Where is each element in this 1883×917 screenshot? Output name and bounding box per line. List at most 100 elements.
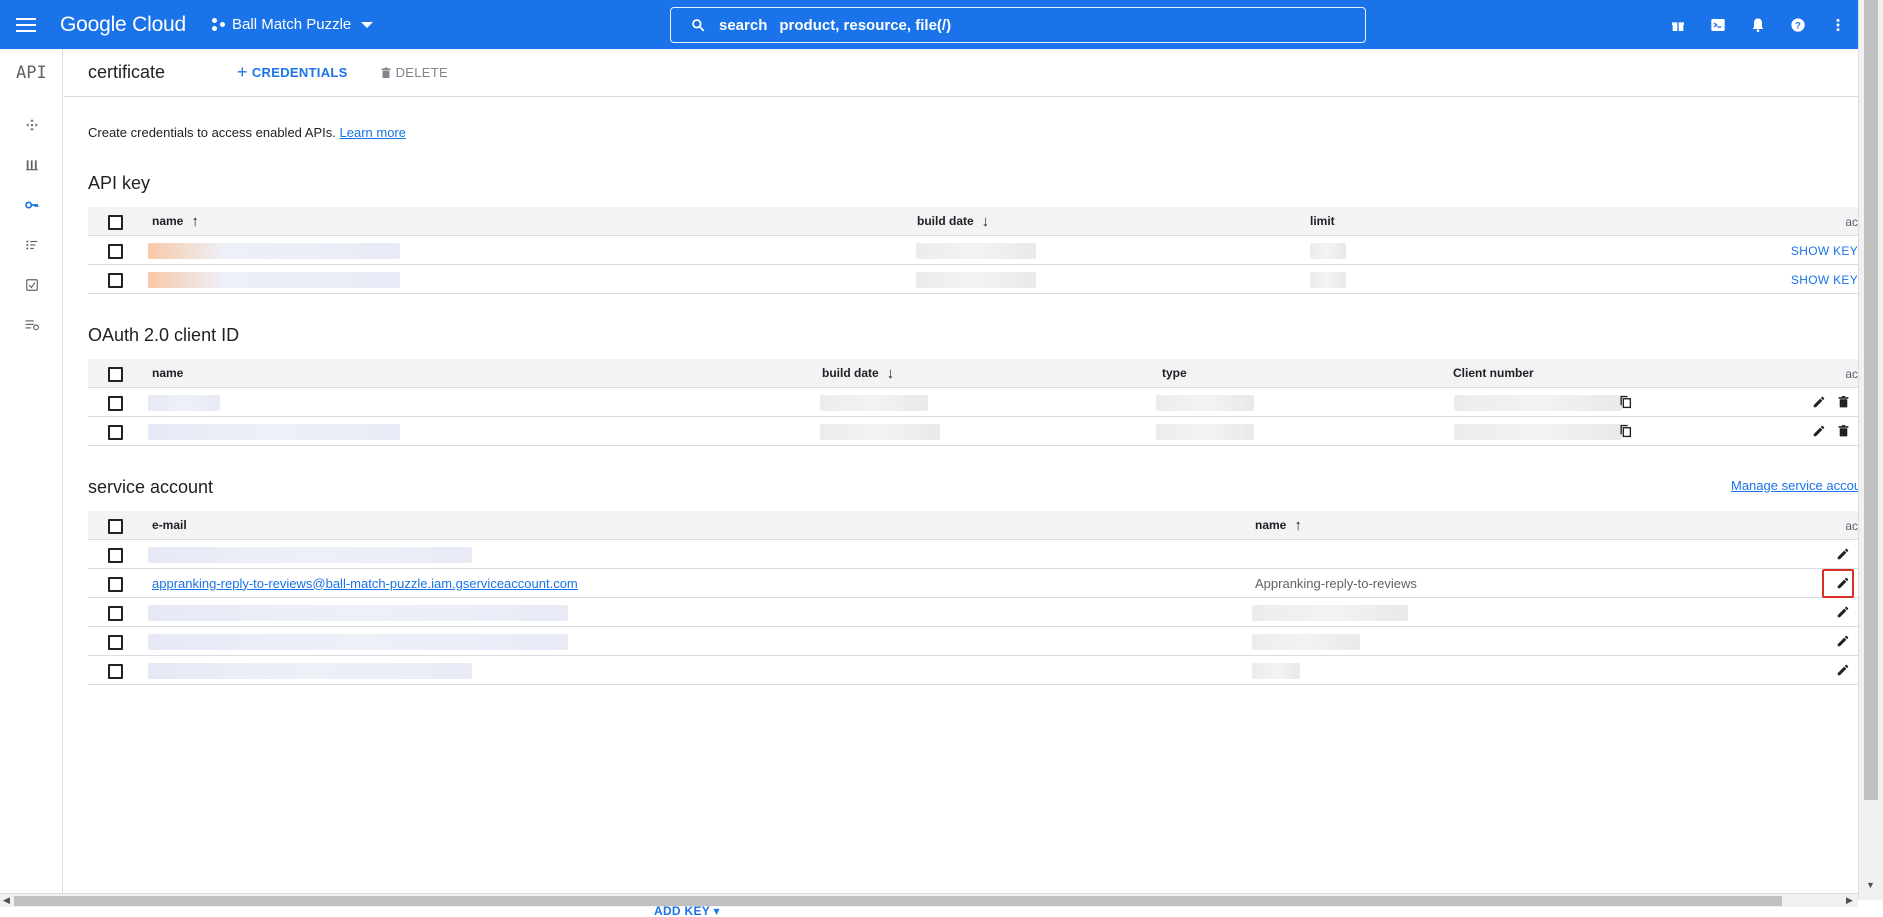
trash-icon[interactable] (1834, 393, 1852, 411)
select-all-checkbox[interactable] (108, 519, 123, 534)
column-header-client-number: Client number (1453, 366, 1534, 380)
column-header-name[interactable]: name ↑ (1255, 511, 1302, 539)
horizontal-scrollbar[interactable]: ◀ ▶ (0, 893, 1858, 907)
add-key-button[interactable]: ADD KEY ▾ (654, 904, 720, 917)
search-box[interactable]: search (670, 7, 1366, 43)
edit-pencil-icon[interactable] (1834, 545, 1852, 563)
edit-pencil-icon[interactable] (1834, 603, 1852, 621)
project-selector[interactable]: Ball Match Puzzle (212, 16, 374, 33)
api-key-section-title: API key (88, 173, 151, 193)
column-header-name[interactable]: name (152, 359, 183, 387)
row-checkbox[interactable] (108, 548, 123, 563)
service-account-email-link[interactable]: appranking-reply-to-reviews@ball-match-p… (152, 569, 578, 597)
arrow-up-icon: ↑ (1294, 516, 1302, 534)
service-account-name: Appranking-reply-to-reviews (1255, 575, 1417, 591)
search-icon (692, 19, 705, 32)
delete-button[interactable]: DELETE (380, 65, 448, 80)
scroll-left-icon[interactable]: ◀ (3, 895, 10, 906)
library-icon[interactable] (22, 155, 42, 175)
hamburger-menu-icon[interactable] (16, 17, 50, 32)
bell-icon[interactable] (1738, 5, 1778, 45)
vertical-scrollbar-thumb[interactable] (1864, 0, 1878, 800)
row-checkbox[interactable] (108, 244, 123, 259)
gift-icon[interactable] (1658, 5, 1698, 45)
show-key-button[interactable]: SHOW KEY (1791, 244, 1858, 258)
delete-label: DELETE (395, 65, 448, 80)
redacted-type (1156, 395, 1254, 411)
column-header-build-date[interactable]: build date ↓ (822, 359, 894, 387)
left-nav-rail: API (0, 49, 63, 900)
table-row[interactable] (88, 627, 1858, 656)
service-account-table-header: e-mail name ↑ ac (88, 511, 1858, 540)
column-header-actions: ac (1845, 519, 1858, 533)
column-build-date-label: build date (917, 214, 974, 228)
column-name-label: name (1255, 518, 1287, 532)
scroll-right-icon[interactable]: ▶ (1846, 895, 1853, 906)
select-all-checkbox[interactable] (108, 367, 123, 382)
redacted-client-number (1454, 424, 1622, 440)
row-checkbox[interactable] (108, 635, 123, 650)
row-checkbox[interactable] (108, 664, 123, 679)
column-header-build-date[interactable]: build date ↓ (917, 207, 989, 235)
redacted-name (148, 272, 400, 288)
consent-icon[interactable] (22, 235, 42, 255)
plus-icon: + (237, 62, 248, 82)
arrow-up-icon: ↑ (191, 212, 199, 230)
row-checkbox[interactable] (108, 577, 123, 592)
chevron-down-icon (361, 21, 374, 28)
page-header: certificate + CREDENTIALS DELETE (64, 49, 1858, 97)
redacted-email (148, 634, 568, 650)
create-credentials-button[interactable]: + CREDENTIALS (237, 62, 348, 83)
edit-pencil-icon[interactable] (1810, 422, 1828, 440)
redacted-client-number (1454, 395, 1622, 411)
redacted-email (148, 605, 568, 621)
learn-more-link[interactable]: Learn more (340, 125, 406, 140)
table-row[interactable]: appranking-reply-to-reviews@ball-match-p… (88, 569, 1858, 598)
edit-pencil-icon[interactable] (1810, 393, 1828, 411)
search-input[interactable] (779, 16, 1340, 34)
table-row[interactable] (88, 598, 1858, 627)
show-key-button[interactable]: SHOW KEY (1791, 273, 1858, 287)
row-checkbox[interactable] (108, 425, 123, 440)
dashboard-icon[interactable] (22, 115, 42, 135)
oauth-table: name build date ↓ type Client number ac (88, 359, 1858, 446)
key-icon[interactable] (22, 195, 42, 215)
horizontal-scrollbar-thumb[interactable] (14, 896, 1782, 906)
trash-icon (381, 67, 391, 78)
table-row[interactable] (88, 417, 1858, 446)
redacted-limit (1310, 272, 1346, 288)
row-checkbox[interactable] (108, 396, 123, 411)
settings-list-icon[interactable] (22, 315, 42, 335)
copy-icon[interactable] (1616, 422, 1634, 440)
intro-description: Create credentials to access enabled API… (88, 125, 336, 140)
edit-pencil-icon[interactable] (1834, 574, 1852, 592)
select-all-checkbox[interactable] (108, 215, 123, 230)
table-row[interactable]: SHOW KEY (88, 265, 1858, 294)
row-checkbox[interactable] (108, 606, 123, 621)
arrow-down-icon: ↓ (886, 364, 895, 382)
column-header-name[interactable]: name ↑ (152, 207, 199, 235)
table-row[interactable] (88, 540, 1858, 569)
table-row[interactable]: SHOW KEY (88, 236, 1858, 265)
table-row[interactable] (88, 656, 1858, 685)
arrow-down-icon: ↓ (981, 212, 990, 230)
edit-pencil-icon[interactable] (1834, 632, 1852, 650)
search-label: search (719, 16, 768, 34)
copy-icon[interactable] (1616, 393, 1634, 411)
column-header-email[interactable]: e-mail (152, 511, 187, 539)
scroll-down-icon[interactable]: ▼ (1866, 880, 1875, 890)
google-cloud-logo[interactable]: Google Cloud (60, 13, 186, 37)
manage-service-accounts-link[interactable]: Manage service accou (1731, 478, 1858, 493)
table-row[interactable] (88, 388, 1858, 417)
row-checkbox[interactable] (108, 273, 123, 288)
more-vert-icon[interactable] (1818, 5, 1858, 45)
trash-icon[interactable] (1834, 422, 1852, 440)
redacted-name (1252, 634, 1360, 650)
edit-pencil-icon[interactable] (1834, 661, 1852, 679)
help-icon[interactable]: ? (1778, 5, 1818, 45)
service-account-table: e-mail name ↑ ac appranking-reply-to-rev… (88, 511, 1858, 685)
vertical-scrollbar[interactable]: ▼ (1858, 0, 1883, 900)
column-header-limit: limit (1310, 214, 1335, 228)
terminal-icon[interactable] (1698, 5, 1738, 45)
checkbox-icon[interactable] (22, 275, 42, 295)
